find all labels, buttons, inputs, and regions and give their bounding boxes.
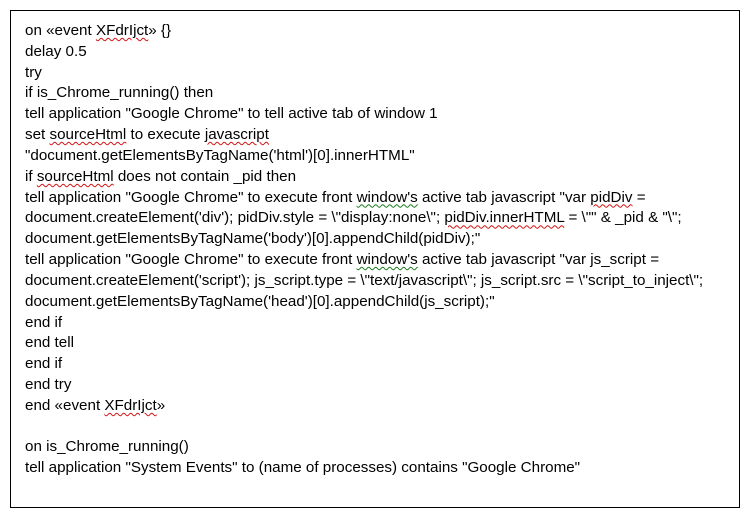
code-line: end «event XFdrIjct» (25, 396, 725, 417)
code-line: "document.getElementsByTagName('html')[0… (25, 146, 725, 167)
grammar-word: window's (357, 189, 418, 206)
code-text: set (25, 126, 49, 143)
spellcheck-word: javascript (205, 126, 269, 143)
code-text: does not contain _pid then (114, 168, 296, 185)
code-line: on is_Chrome_running() (25, 437, 725, 458)
grammar-word: window's (357, 251, 418, 268)
code-line: end try (25, 375, 725, 396)
code-text: if (25, 168, 37, 185)
code-text: active tab javascript "var (418, 189, 591, 206)
spellcheck-word: pidDiv (590, 189, 632, 206)
code-text: » {} (148, 22, 171, 39)
spellcheck-word: pidDiv.innerHTML (444, 209, 564, 226)
code-text: tell application "Google Chrome" to exec… (25, 251, 357, 268)
code-line: tell application "Google Chrome" to exec… (25, 188, 725, 250)
code-line: tell application "System Events" to (nam… (25, 458, 725, 479)
code-line: try (25, 63, 725, 84)
code-text: end «event (25, 397, 104, 414)
code-line: end tell (25, 333, 725, 354)
spellcheck-word: sourceHtml (49, 126, 126, 143)
spellcheck-word: XFdrIjct (104, 397, 156, 414)
code-line: delay 0.5 (25, 42, 725, 63)
blank-line (25, 417, 725, 438)
spellcheck-word: sourceHtml (37, 168, 114, 185)
spellcheck-word: XFdrIjct (96, 22, 148, 39)
code-line: if sourceHtml does not contain _pid then (25, 167, 725, 188)
code-line: set sourceHtml to execute javascript (25, 125, 725, 146)
code-line: tell application "Google Chrome" to tell… (25, 104, 725, 125)
page: on «event XFdrIjct» {} delay 0.5 try if … (0, 0, 750, 518)
code-snippet-box: on «event XFdrIjct» {} delay 0.5 try if … (10, 10, 740, 508)
code-line: tell application "Google Chrome" to exec… (25, 250, 725, 312)
code-text: to execute (126, 126, 205, 143)
code-line: if is_Chrome_running() then (25, 83, 725, 104)
code-line: end if (25, 354, 725, 375)
code-text: on «event (25, 22, 96, 39)
code-text: tell application "Google Chrome" to exec… (25, 189, 357, 206)
code-line: on «event XFdrIjct» {} (25, 21, 725, 42)
code-text: » (157, 397, 165, 414)
code-line: end if (25, 313, 725, 334)
